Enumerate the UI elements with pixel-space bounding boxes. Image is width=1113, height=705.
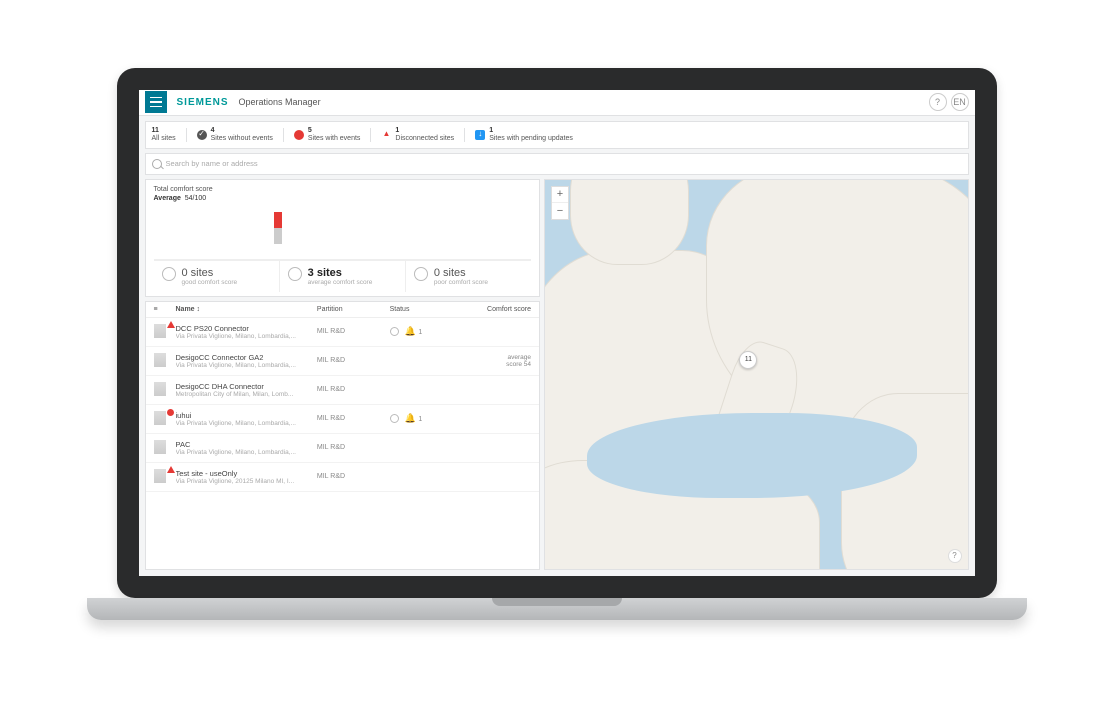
clock-icon xyxy=(390,414,399,423)
table-body: DCC PS20 ConnectorVia Privata Viglione, … xyxy=(146,318,540,569)
filter-without-events[interactable]: ✓ 4Sites without events xyxy=(197,127,273,142)
table-row[interactable]: iuhuiVia Privata Viglione, Milano, Lomba… xyxy=(146,405,540,434)
map-panel[interactable]: + − 11 ? xyxy=(544,179,968,570)
site-name: PAC xyxy=(176,440,313,449)
building-icon xyxy=(154,411,166,425)
site-name: iuhui xyxy=(176,411,313,420)
site-address: Via Privata Viglione, Milano, Lombardia,… xyxy=(176,333,313,340)
brand-logo: SIEMENS xyxy=(177,97,229,108)
site-address: Via Privata Viglione, Milano, Lombardia,… xyxy=(176,420,313,427)
alert-dot-icon xyxy=(167,409,174,416)
building-icon xyxy=(154,353,166,367)
col-comfort[interactable]: Comfort score xyxy=(462,306,531,313)
site-status: 🔔 1 xyxy=(390,413,459,424)
frown-icon xyxy=(414,267,428,281)
zoom-out-button[interactable]: − xyxy=(552,203,568,219)
site-status: 🔔 1 xyxy=(390,326,459,337)
comfort-gauge xyxy=(154,206,532,260)
help-icon[interactable]: ? xyxy=(929,93,947,111)
table-row[interactable]: DesigoCC DHA ConnectorMetropolitan City … xyxy=(146,376,540,405)
site-comfort: averagescore 54 xyxy=(462,354,531,368)
table-row[interactable]: DesigoCC Connector GA2Via Privata Viglio… xyxy=(146,347,540,376)
site-partition: MIL R&D xyxy=(317,473,386,480)
site-name: Test site - useOnly xyxy=(176,469,313,478)
comfort-title: Total comfort score xyxy=(154,186,532,193)
site-name: DCC PS20 Connector xyxy=(176,324,313,333)
col-partition[interactable]: Partition xyxy=(317,306,386,313)
building-icon xyxy=(154,382,166,396)
filter-disconnected[interactable]: ▲ 1Disconnected sites xyxy=(381,127,454,142)
alert-triangle-icon xyxy=(167,321,175,328)
left-column: Total comfort score Average 54/100 0 sit… xyxy=(145,179,541,570)
table-header: ≡ Name ↕ Partition Status Comfort score xyxy=(146,302,540,318)
table-row[interactable]: DCC PS20 ConnectorVia Privata Viglione, … xyxy=(146,318,540,347)
building-icon xyxy=(154,440,166,454)
pending-icon: ↓ xyxy=(475,130,485,140)
menu-icon[interactable] xyxy=(145,91,167,113)
good-score-card[interactable]: 0 sitesgood comfort score xyxy=(154,261,279,292)
zoom-in-button[interactable]: + xyxy=(552,187,568,203)
clock-icon xyxy=(390,327,399,336)
smile-icon xyxy=(162,267,176,281)
gauge-needle xyxy=(274,212,282,244)
language-badge[interactable]: EN xyxy=(951,93,969,111)
building-icon xyxy=(154,324,166,338)
search-input[interactable] xyxy=(166,159,962,168)
col-status[interactable]: Status xyxy=(390,306,459,313)
poor-score-card[interactable]: 0 sitespoor comfort score xyxy=(405,261,531,292)
comfort-score-card: Total comfort score Average 54/100 0 sit… xyxy=(145,179,541,297)
filter-with-events[interactable]: 5Sites with events xyxy=(294,127,361,142)
camera-dot xyxy=(553,76,561,84)
map-cluster-marker[interactable]: 11 xyxy=(739,351,757,369)
top-bar: SIEMENS Operations Manager ? EN xyxy=(139,90,975,116)
red-dot-icon xyxy=(294,130,304,140)
site-partition: MIL R&D xyxy=(317,386,386,393)
search-icon xyxy=(152,159,162,169)
bell-icon: 🔔 1 xyxy=(405,413,423,424)
map-help-icon[interactable]: ? xyxy=(948,549,962,563)
map-zoom-controls: + − xyxy=(551,186,569,220)
comfort-average: Average 54/100 xyxy=(154,195,532,202)
avg-score-card[interactable]: 3 sitesaverage comfort score xyxy=(279,261,405,292)
laptop-base xyxy=(87,598,1027,620)
alert-triangle-icon xyxy=(167,466,175,473)
main-area: Total comfort score Average 54/100 0 sit… xyxy=(139,179,975,576)
site-partition: MIL R&D xyxy=(317,444,386,451)
bell-icon: 🔔 1 xyxy=(405,326,423,337)
site-address: Via Privata Viglione, 20125 Milano MI, I… xyxy=(176,478,313,485)
filter-all-sites[interactable]: 11All sites xyxy=(152,127,176,142)
laptop-frame: SIEMENS Operations Manager ? EN 11All si… xyxy=(87,68,1027,638)
sites-table: ≡ Name ↕ Partition Status Comfort score … xyxy=(145,301,541,570)
app-screen: SIEMENS Operations Manager ? EN 11All si… xyxy=(139,90,975,576)
filter-icon[interactable]: ≡ xyxy=(154,306,172,313)
filter-pending-updates[interactable]: ↓ 1Sites with pending updates xyxy=(475,127,573,142)
site-address: Metropolitan City of Milan, Milan, Lomb.… xyxy=(176,391,313,398)
table-row[interactable]: Test site - useOnlyVia Privata Viglione,… xyxy=(146,463,540,492)
screen-bezel: SIEMENS Operations Manager ? EN 11All si… xyxy=(117,68,997,598)
table-row[interactable]: PACVia Privata Viglione, Milano, Lombard… xyxy=(146,434,540,463)
map-sea xyxy=(587,413,917,499)
filter-bar: 11All sites ✓ 4Sites without events 5Sit… xyxy=(145,121,969,149)
site-name: DesigoCC DHA Connector xyxy=(176,382,313,391)
col-name[interactable]: Name ↕ xyxy=(176,306,313,313)
check-icon: ✓ xyxy=(197,130,207,140)
site-address: Via Privata Viglione, Milano, Lombardia,… xyxy=(176,449,313,456)
app-title: Operations Manager xyxy=(239,97,321,107)
warning-icon: ▲ xyxy=(381,130,391,140)
building-icon xyxy=(154,469,166,483)
search-bar[interactable] xyxy=(145,153,969,175)
site-partition: MIL R&D xyxy=(317,328,386,335)
neutral-icon xyxy=(288,267,302,281)
site-partition: MIL R&D xyxy=(317,415,386,422)
map-land xyxy=(570,179,688,266)
site-partition: MIL R&D xyxy=(317,357,386,364)
site-name: DesigoCC Connector GA2 xyxy=(176,353,313,362)
site-address: Via Privata Viglione, Milano, Lombardia,… xyxy=(176,362,313,369)
